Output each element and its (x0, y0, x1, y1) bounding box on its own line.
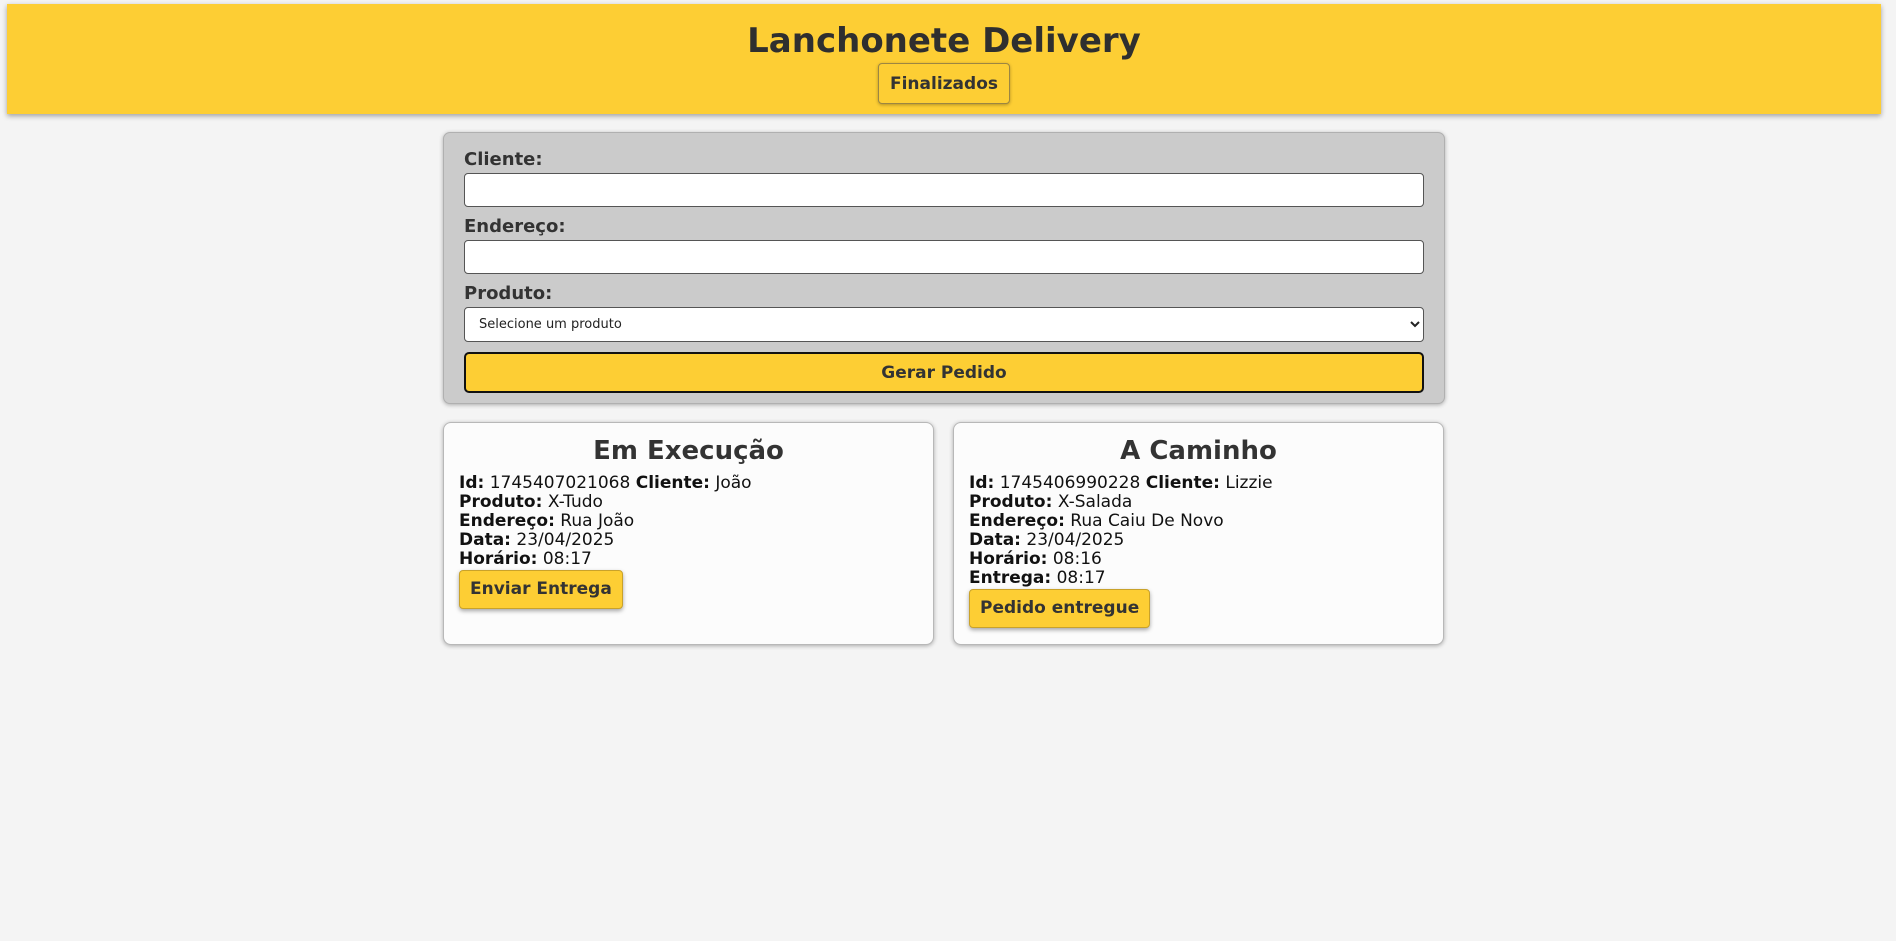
order-produto-value: X-Tudo (547, 491, 603, 512)
produto-select[interactable]: Selecione um produto (464, 307, 1424, 342)
order-cliente-value: João (715, 472, 752, 493)
em-execucao-column: Em Execução Id: 1745407021068 Cliente: J… (443, 422, 934, 645)
order-id-line: Id: 1745407021068 Cliente: João (459, 472, 918, 493)
order-horario-line: Horário: 08:17 (459, 548, 918, 569)
endereco-label: Endereço: (464, 216, 566, 237)
order-entrega-label: Entrega: (969, 567, 1052, 588)
order-entrega-value: 08:17 (1056, 567, 1106, 588)
order-endereco-line: Endereço: Rua Caiu De Novo (969, 510, 1428, 531)
order-data-label: Data: (969, 529, 1021, 550)
order-cliente-value: Lizzie (1225, 472, 1273, 493)
order-id-value: 1745406990228 (999, 472, 1141, 493)
order-endereco-line: Endereço: Rua João (459, 510, 918, 531)
em-execucao-title: Em Execução (593, 436, 784, 466)
order-endereco-value: Rua João (560, 510, 635, 531)
pedido-entregue-button[interactable]: Pedido entregue (969, 588, 1151, 628)
order-form: Cliente: Endereço: Produto: Selecione um… (443, 132, 1445, 404)
order-endereco-label: Endereço: (969, 510, 1065, 531)
cliente-input[interactable] (464, 173, 1424, 207)
order-data-value: 23/04/2025 (516, 529, 615, 550)
order-produto-label: Produto: (969, 491, 1053, 512)
app-title: Lanchonete Delivery (747, 21, 1141, 61)
order-data-label: Data: (459, 529, 511, 550)
gerar-pedido-button[interactable]: Gerar Pedido (464, 352, 1424, 393)
order-produto-line: Produto: X-Tudo (459, 491, 918, 512)
endereco-input[interactable] (464, 240, 1424, 274)
order-item: Id: 1745407021068 Cliente: João Produto:… (459, 472, 918, 609)
order-data-line: Data: 23/04/2025 (969, 529, 1428, 550)
order-entrega-line: Entrega: 08:17 (969, 567, 1428, 588)
order-id-line: Id: 1745406990228 Cliente: Lizzie (969, 472, 1428, 493)
order-item: Id: 1745406990228 Cliente: Lizzie Produt… (969, 472, 1428, 628)
order-data-line: Data: 23/04/2025 (459, 529, 918, 550)
produto-label: Produto: (464, 283, 553, 304)
enviar-entrega-button[interactable]: Enviar Entrega (459, 569, 623, 609)
order-endereco-value: Rua Caiu De Novo (1070, 510, 1224, 531)
order-horario-value: 08:16 (1052, 548, 1102, 569)
order-cliente-label: Cliente: (1145, 472, 1220, 493)
order-produto-line: Produto: X-Salada (969, 491, 1428, 512)
order-id-label: Id: (459, 472, 485, 493)
order-data-value: 23/04/2025 (1026, 529, 1125, 550)
order-endereco-label: Endereço: (459, 510, 555, 531)
order-horario-value: 08:17 (542, 548, 592, 569)
order-produto-value: X-Salada (1057, 491, 1133, 512)
order-horario-label: Horário: (459, 548, 538, 569)
order-produto-label: Produto: (459, 491, 543, 512)
order-horario-label: Horário: (969, 548, 1048, 569)
a-caminho-title: A Caminho (1120, 436, 1277, 466)
order-horario-line: Horário: 08:16 (969, 548, 1428, 569)
app-header: Lanchonete Delivery Finalizados (7, 4, 1881, 114)
order-cliente-label: Cliente: (635, 472, 710, 493)
a-caminho-column: A Caminho Id: 1745406990228 Cliente: Liz… (953, 422, 1444, 645)
finalizados-button[interactable]: Finalizados (877, 63, 1010, 105)
cliente-label: Cliente: (464, 149, 543, 170)
order-id-label: Id: (969, 472, 995, 493)
order-id-value: 1745407021068 (489, 472, 631, 493)
